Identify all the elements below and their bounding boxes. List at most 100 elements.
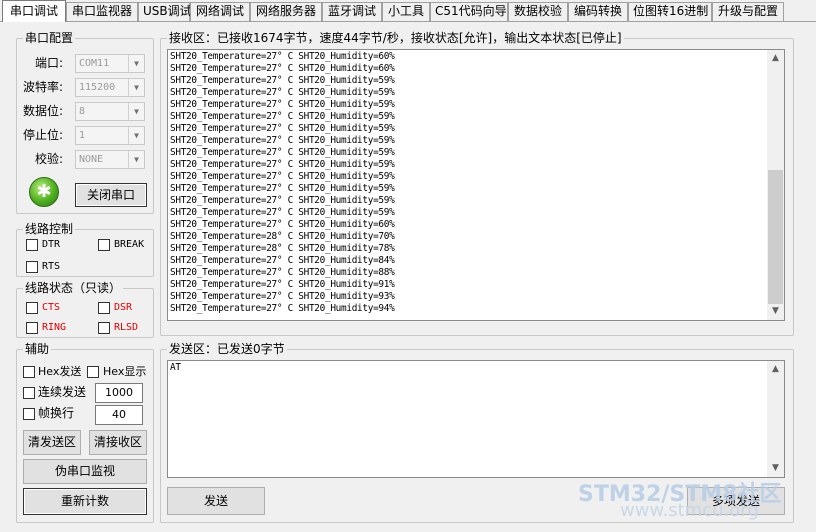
receive-textarea[interactable]: SHT20_Temperature=27° C SHT20_Humidity=6…: [167, 49, 785, 321]
break-label: BREAK: [114, 239, 145, 250]
send-scrollbar[interactable]: ▲ ▼: [767, 361, 784, 477]
close-port-button[interactable]: 关闭串口: [75, 183, 147, 207]
tab-network-debug[interactable]: 网络调试: [190, 2, 250, 21]
receive-line: SHT20_Temperature=27° C SHT20_Humidity=5…: [170, 195, 395, 206]
port-select[interactable]: COM11 ▼: [75, 54, 145, 73]
scroll-down-icon[interactable]: ▼: [767, 460, 784, 477]
port-label: 端口:: [35, 56, 64, 70]
port-config-title: 串口配置: [23, 31, 76, 45]
receive-line: SHT20_Temperature=27° C SHT20_Humidity=5…: [170, 75, 395, 86]
interval-input[interactable]: 1000: [95, 383, 143, 403]
port-config-group: 串口配置 端口: COM11 ▼ 波特率: 115200 ▼ 数据位: 8 ▼ …: [16, 31, 154, 214]
dtr-label: DTR: [42, 239, 61, 250]
receive-line: SHT20_Temperature=27° C SHT20_Humidity=8…: [170, 255, 395, 266]
tab-bar: 串口调试 串口监视器 USB调试 网络调试 网络服务器 蓝牙调试 小工具 C51…: [0, 0, 816, 22]
frame-break-label: 帧换行: [38, 406, 75, 420]
receive-scroll-thumb[interactable]: [768, 170, 783, 304]
assist-group: 辅助 Hex发送 Hex显示 连续发送 1000 帧换行 40 清发送区 清接收…: [16, 342, 154, 523]
tab-network-server[interactable]: 网络服务器: [250, 2, 322, 21]
recount-button[interactable]: 重新计数: [23, 488, 147, 515]
continuous-send-label: 连续发送: [38, 385, 87, 399]
break-checkbox[interactable]: [98, 239, 110, 251]
send-textarea[interactable]: AT ▲ ▼: [167, 360, 785, 478]
receive-line: SHT20_Temperature=27° C SHT20_Humidity=6…: [170, 63, 395, 74]
receive-lines: SHT20_Temperature=27° C SHT20_Humidity=6…: [170, 51, 395, 315]
tab-serial-monitor[interactable]: 串口监视器: [66, 2, 138, 21]
stop-bits-label: 停止位:: [23, 128, 64, 142]
line-control-title: 线路控制: [23, 222, 76, 236]
receive-line: SHT20_Temperature=27° C SHT20_Humidity=6…: [170, 51, 395, 62]
receive-line: SHT20_Temperature=27° C SHT20_Humidity=5…: [170, 147, 395, 158]
chevron-down-icon: ▼: [128, 79, 144, 96]
baud-select[interactable]: 115200 ▼: [75, 78, 145, 97]
watermark-url: www.stmcu.org: [620, 500, 759, 521]
scroll-up-icon[interactable]: ▲: [767, 361, 784, 378]
frame-input[interactable]: 40: [95, 405, 143, 425]
hex-show-label: Hex显示: [103, 365, 147, 378]
receive-line: SHT20_Temperature=28° C SHT20_Humidity=7…: [170, 231, 395, 242]
rts-checkbox[interactable]: [26, 261, 38, 273]
baud-value: 115200: [79, 82, 116, 93]
tab-serial-debug[interactable]: 串口调试: [2, 0, 66, 22]
scroll-up-icon[interactable]: ▲: [767, 50, 784, 67]
receive-line: SHT20_Temperature=27° C SHT20_Humidity=5…: [170, 171, 395, 182]
continuous-send-checkbox[interactable]: [23, 387, 35, 399]
parity-select[interactable]: NONE ▼: [75, 150, 145, 169]
receive-line: SHT20_Temperature=27° C SHT20_Humidity=9…: [170, 279, 395, 290]
chevron-down-icon: ▼: [128, 151, 144, 168]
tab-bitmap-hex[interactable]: 位图转16进制: [628, 2, 712, 21]
cts-indicator: [26, 302, 38, 314]
serial-open-icon: ✱: [29, 177, 59, 207]
tab-encoding-convert[interactable]: 编码转换: [568, 2, 628, 21]
stop-bits-value: 1: [79, 130, 86, 141]
receive-line: SHT20_Temperature=28° C SHT20_Humidity=7…: [170, 243, 395, 254]
receive-group: 接收区：已接收1674字节，速度44字节/秒，接收状态[允许]，输出文本状态[已…: [160, 31, 794, 336]
chevron-down-icon: ▼: [128, 55, 144, 72]
line-status-group: 线路状态（只读） CTS DSR RING RLSD: [16, 281, 154, 338]
frame-break-checkbox[interactable]: [23, 408, 35, 420]
tab-c51-wizard[interactable]: C51代码向导: [430, 2, 508, 21]
clear-receive-button[interactable]: 清接收区: [89, 430, 147, 455]
ring-label: RING: [42, 322, 67, 333]
line-status-title: 线路状态（只读）: [23, 281, 124, 295]
dsr-indicator: [98, 302, 110, 314]
tab-bluetooth-debug[interactable]: 蓝牙调试: [322, 2, 382, 21]
chevron-down-icon: ▼: [128, 103, 144, 120]
rlsd-indicator: [98, 322, 110, 334]
send-button[interactable]: 发送: [167, 487, 265, 515]
scroll-down-icon[interactable]: ▼: [767, 303, 784, 320]
tab-upgrade-config[interactable]: 升级与配置: [712, 2, 784, 21]
rts-label: RTS: [42, 261, 61, 272]
pseudo-monitor-button[interactable]: 伪串口监视: [23, 459, 147, 484]
clear-send-button[interactable]: 清发送区: [23, 430, 81, 455]
receive-title: 接收区：已接收1674字节，速度44字节/秒，接收状态[允许]，输出文本状态[已…: [167, 31, 624, 45]
port-value: COM11: [79, 58, 110, 69]
tab-data-checksum[interactable]: 数据校验: [508, 2, 568, 21]
receive-line: SHT20_Temperature=27° C SHT20_Humidity=5…: [170, 111, 395, 122]
hex-send-label: Hex发送: [38, 365, 82, 378]
data-bits-select[interactable]: 8 ▼: [75, 102, 145, 121]
receive-line: SHT20_Temperature=27° C SHT20_Humidity=9…: [170, 291, 395, 302]
stop-bits-select[interactable]: 1 ▼: [75, 126, 145, 145]
parity-label: 校验:: [35, 152, 64, 166]
hex-show-checkbox[interactable]: [87, 366, 99, 378]
chevron-down-icon: ▼: [128, 127, 144, 144]
send-text: AT: [170, 362, 181, 373]
receive-line: SHT20_Temperature=27° C SHT20_Humidity=5…: [170, 87, 395, 98]
receive-line: SHT20_Temperature=27° C SHT20_Humidity=5…: [170, 183, 395, 194]
tab-tools[interactable]: 小工具: [382, 2, 430, 21]
receive-line: SHT20_Temperature=27° C SHT20_Humidity=6…: [170, 219, 395, 230]
parity-value: NONE: [79, 154, 104, 165]
receive-scrollbar[interactable]: ▲ ▼: [767, 50, 784, 320]
hex-send-checkbox[interactable]: [23, 366, 35, 378]
dtr-checkbox[interactable]: [26, 239, 38, 251]
receive-line: SHT20_Temperature=27° C SHT20_Humidity=5…: [170, 135, 395, 146]
receive-line: SHT20_Temperature=27° C SHT20_Humidity=5…: [170, 159, 395, 170]
receive-line: SHT20_Temperature=27° C SHT20_Humidity=8…: [170, 267, 395, 278]
receive-line: SHT20_Temperature=27° C SHT20_Humidity=5…: [170, 123, 395, 134]
ring-indicator: [26, 322, 38, 334]
baud-label: 波特率:: [23, 80, 64, 94]
tab-usb-debug[interactable]: USB调试: [138, 2, 192, 21]
receive-line: SHT20_Temperature=27° C SHT20_Humidity=5…: [170, 207, 395, 218]
cts-label: CTS: [42, 302, 61, 313]
